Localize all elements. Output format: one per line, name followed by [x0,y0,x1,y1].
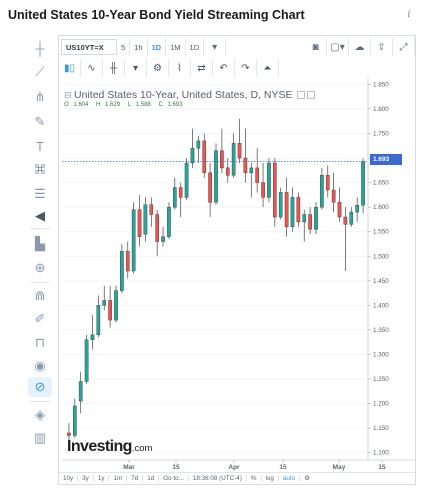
y-tick-label: 1.450 [373,278,389,285]
candle-up [190,148,195,164]
y-tick-label: 1.750 [373,131,389,138]
range-3y[interactable]: 3y [78,475,94,482]
candle-down [67,432,71,436]
candle-up [73,405,77,436]
candle-up [214,150,218,203]
candle-down [137,209,142,237]
y-tick-label: 1.400 [373,302,389,309]
range-1d[interactable]: 1d [143,475,160,482]
candle-up [231,143,236,176]
candle-up [267,162,271,198]
candle-up [290,197,295,228]
candle-up [161,236,165,242]
candle-up [173,187,177,208]
x-tick-label: Apr [228,464,240,471]
candle-up [78,381,83,402]
candle-down [325,175,330,191]
candle-up [90,334,95,340]
candle-up [314,206,318,230]
candle-up [96,305,101,336]
gear-icon[interactable]: ⚙ [300,475,314,482]
y-tick-label: 1.200 [373,401,389,408]
goto-button[interactable]: Go to... [159,475,189,482]
watermark-suffix: .com [131,443,153,454]
current-price-tag: 1.693 [370,154,402,165]
range-1y[interactable]: 1y [94,475,110,482]
y-tick-label: 1.100 [373,450,389,457]
candle-up [114,290,118,321]
candle-down [155,214,159,242]
candle-down [296,197,301,223]
clock-readout: 18:36:08 (UTC-4) [189,475,247,482]
candle-up [143,204,148,235]
x-tick-label: 15 [172,464,180,471]
candle-up [102,300,107,306]
candle-up [355,205,359,213]
watermark-logo: Investing.com [67,438,152,456]
candle-up [184,162,189,198]
candle-down [178,187,183,198]
candle-down [343,216,348,225]
candle-down [308,214,312,230]
y-tick-label: 1.150 [373,425,389,432]
candle-down [331,189,336,203]
bottom-bar: 10y 3y 1y 1m 7d 1d Go to... 18:36:08 (UT… [59,472,415,484]
x-tick-label: Mar [123,464,135,471]
y-tick-label: 1.500 [373,253,389,260]
candle-up [131,209,136,272]
candle-up [120,251,124,291]
y-tick-label: 1.800 [373,106,389,113]
range-1m[interactable]: 1m [109,475,128,482]
candle-down [337,202,342,218]
candle-down [108,300,112,321]
candle-up [320,175,324,208]
candle-down [202,140,207,174]
candle-up [249,167,254,174]
candle-down [284,192,289,228]
x-tick-label: 15 [378,464,386,471]
candle-up [167,206,171,237]
candle-down [220,150,224,169]
x-tick-label: 15 [279,464,287,471]
candle-down [149,204,154,215]
candle-down [261,182,265,198]
candle-up [84,339,89,382]
y-tick-label: 1.350 [373,327,389,334]
range-10y[interactable]: 10y [59,475,79,482]
candle-up [302,214,307,223]
candle-down [255,167,259,183]
candle-up [349,211,354,225]
candle-down [273,162,277,218]
log-scale-toggle[interactable]: log [262,475,279,482]
y-tick-label: 1.650 [373,180,389,187]
auto-scale-toggle[interactable]: auto [279,475,301,482]
y-tick-label: 1.550 [373,229,389,236]
candlestick-chart[interactable]: 1.8501.8001.7501.7001.6501.6001.5501.500… [0,0,425,493]
range-7d[interactable]: 7d [127,475,144,482]
y-tick-label: 1.600 [373,204,389,211]
candle-down [237,143,242,159]
x-tick-label: May [333,464,346,471]
y-tick-label: 1.850 [373,81,389,88]
candle-down [225,167,230,176]
candle-up [196,140,201,149]
watermark-brand: Investing [67,438,132,455]
candle-down [243,157,248,174]
y-tick-label: 1.300 [373,351,389,358]
candle-up [278,192,283,218]
candle-down [208,172,212,203]
candle-up [361,161,365,206]
y-tick-label: 1.250 [373,376,389,383]
candle-down [125,251,130,272]
percent-scale-toggle[interactable]: % [247,475,262,482]
